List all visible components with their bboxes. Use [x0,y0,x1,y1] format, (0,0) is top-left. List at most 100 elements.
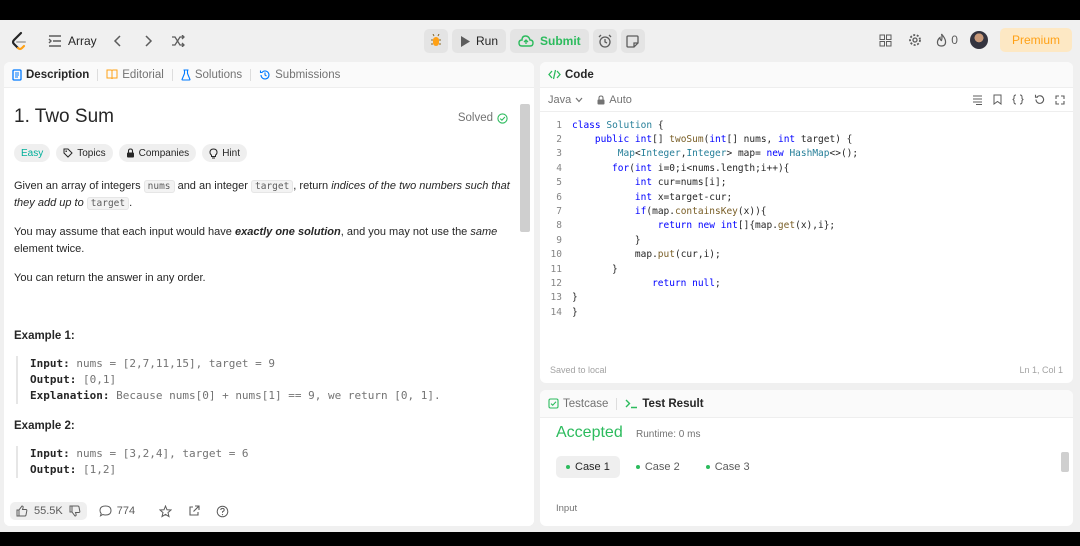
star-icon[interactable] [159,504,173,518]
like-count: 55.5K [34,505,63,517]
lock-icon [126,148,134,158]
description-footer: 55.5K 774 [4,496,534,526]
code-line: 12 return null; [550,277,721,289]
code-line: 9 } [556,234,641,246]
bug-icon [431,34,441,46]
code-toolbar: Java Auto [540,88,1073,112]
runtime-text: Runtime: 0 ms [636,429,701,440]
reset-icon[interactable] [1034,94,1045,105]
input-label: Input [556,503,578,514]
problem-list-button[interactable]: Array [48,34,97,48]
editor-actions [972,94,1073,105]
example-1-block: Input: nums = [2,7,11,15], target = 9 Ou… [16,356,506,404]
code-line: 8 return new int[]{map.get(x),i}; [556,220,836,232]
check-circle-icon [497,112,508,124]
mode-toggle[interactable]: Auto [597,94,632,106]
next-problem-icon[interactable] [139,32,157,50]
description-scrollbar[interactable] [520,104,530,232]
submit-button[interactable]: Submit [510,29,589,53]
test-panel: Testcase Test Result Accepted Runtime: 0… [540,390,1073,526]
lightbulb-icon [209,147,218,158]
avatar[interactable] [969,31,988,49]
case-tab-1[interactable]: Case 1 [556,456,620,478]
chevron-down-icon [575,97,583,102]
book-icon [106,69,118,80]
tab-editorial[interactable]: Editorial [106,69,164,81]
code-line: 6 int x=target-cur; [556,191,733,203]
code-line: 13} [550,292,578,304]
language-select[interactable]: Java [548,94,583,106]
example-1-heading: Example 1: [14,330,75,342]
help-icon[interactable] [216,505,229,518]
problem-title: 1. Two Sum [14,106,114,127]
share-icon[interactable] [188,505,200,517]
tab-solutions[interactable]: Solutions [181,69,242,81]
note-icon [626,34,639,48]
fire-icon [937,33,947,47]
layout-icon[interactable] [876,31,894,49]
streak-counter[interactable]: 0 [936,33,958,47]
code-line: 1 class Solution { [556,119,664,131]
example-2-block: Input: nums = [3,2,4], target = 6 Output… [16,446,506,478]
streak-count: 0 [951,33,958,47]
code-line: 11 } [550,263,618,275]
top-bar-right: 0 Premium [876,28,1072,52]
top-bar-center: Run Submit [424,29,645,53]
premium-button[interactable]: Premium [999,28,1072,52]
list-icon [48,35,61,47]
gear-icon[interactable] [906,31,924,49]
top-bar: Array Run Submit 0 Premium [0,20,1080,62]
code-line: 14} [550,306,578,318]
format-icon[interactable] [972,95,983,105]
example-2-heading: Example 2: [14,420,75,432]
saved-status: Saved to local [550,365,607,375]
tab-description[interactable]: Description [12,69,89,81]
shuffle-icon[interactable] [169,32,187,50]
timer-button[interactable] [592,29,617,53]
pass-dot [705,465,710,469]
tab-test-result[interactable]: Test Result [625,398,704,410]
code-editor[interactable]: 1 class Solution { 2 public int[] twoSum(… [540,118,1073,358]
companies-chip[interactable]: Companies [118,144,197,162]
hint-chip[interactable]: Hint [202,144,247,162]
history-icon [260,69,270,79]
tab-code[interactable]: Code [548,69,594,81]
problem-list-label: Array [68,34,97,48]
comment-icon [99,505,112,517]
thumbs-down-icon[interactable] [69,505,81,517]
inline-code: target [86,197,130,210]
document-icon [12,68,22,81]
test-panel-scrollbar[interactable] [1061,452,1069,472]
tab-divider [171,68,173,81]
submit-label: Submit [540,34,581,48]
tab-submissions[interactable]: Submissions [259,69,340,81]
code-line: 5 int cur=nums[i]; [556,177,727,189]
leetcode-window: Array Run Submit 0 Premium Description E… [0,20,1080,532]
code-line: 2 public int[] twoSum(int[] nums, int ta… [556,134,853,146]
play-icon [461,35,470,47]
topics-chip[interactable]: Topics [56,144,113,162]
tab-divider [616,397,618,410]
thumbs-up-icon[interactable] [16,505,28,517]
leetcode-logo-icon[interactable] [10,31,28,51]
top-bar-left: Array [10,31,187,51]
code-line: 3 Map<Integer,Integer> map= new HashMap<… [556,148,859,160]
comments-button[interactable]: 774 [99,505,135,517]
braces-icon[interactable] [1012,94,1024,105]
pass-dot [635,465,640,469]
tab-testcase[interactable]: Testcase [548,398,608,410]
problem-description: 1. Two Sum Solved Easy Topics Companies … [14,90,514,486]
prev-problem-icon[interactable] [109,32,127,50]
tab-divider [97,68,99,81]
run-button[interactable]: Run [452,29,507,53]
notes-button[interactable] [620,29,645,53]
expand-icon[interactable] [1055,94,1065,105]
difficulty-badge: Easy [14,144,51,162]
case-tab-2[interactable]: Case 2 [626,456,690,478]
case-tab-3[interactable]: Case 3 [696,456,760,478]
alarm-clock-icon [598,34,612,48]
debug-button[interactable] [424,29,448,53]
solved-status: Solved [458,112,508,124]
cloud-upload-icon [518,35,534,47]
bookmark-icon[interactable] [993,94,1002,105]
